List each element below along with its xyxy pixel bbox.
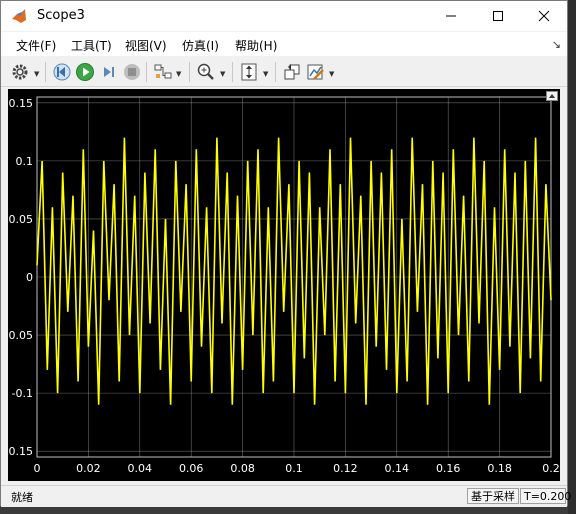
step-forward-icon[interactable] — [99, 62, 119, 82]
menu-help[interactable]: 帮助(H) — [235, 37, 277, 54]
maximize-icon — [493, 11, 503, 21]
y-tick-label: -0.05 — [8, 329, 33, 342]
autoscale-icon[interactable] — [239, 62, 259, 82]
y-tick-label: -0.1 — [12, 387, 33, 400]
status-bar: 就绪 基于采样 T=0.200 — [1, 485, 571, 507]
y-tick-label: 0.05 — [9, 213, 34, 226]
x-tick-label: 0.12 — [333, 462, 358, 475]
edit-style-icon[interactable] — [306, 62, 326, 82]
y-tick-label: 0 — [26, 271, 33, 284]
zoom-dropdown-arrow-icon[interactable]: ▼ — [220, 70, 225, 78]
menu-dock-arrow-icon[interactable]: ↘ — [552, 38, 561, 51]
close-icon — [538, 10, 550, 22]
stop-icon[interactable] — [122, 62, 142, 82]
status-time: T=0.200 — [520, 488, 571, 504]
settings-dropdown-arrow-icon[interactable]: ▼ — [34, 70, 39, 78]
minimize-icon — [446, 15, 456, 17]
background-desktop — [568, 0, 576, 514]
x-tick-label: 0.18 — [487, 462, 512, 475]
highlight-block-icon[interactable] — [153, 62, 173, 82]
x-tick-label: 0 — [34, 462, 41, 475]
title-bar[interactable]: Scope3 — [1, 1, 567, 31]
scope-chart[interactable]: 0.150.10.050-0.05-0.1-0.1500.020.040.060… — [5, 89, 560, 481]
menu-view[interactable]: 视图(V) — [125, 37, 167, 54]
x-tick-label: 0.06 — [179, 462, 204, 475]
menu-tools[interactable]: 工具(T) — [71, 37, 112, 54]
toolbar: ▼ ▼ ▼ ▼ ▼ — [1, 58, 567, 87]
matlab-logo-icon — [12, 9, 26, 23]
toolbar-separator — [275, 62, 276, 82]
y-tick-label: 0.1 — [16, 155, 34, 168]
minimize-button[interactable] — [428, 1, 474, 31]
highlight-dropdown-arrow-icon[interactable]: ▼ — [176, 70, 181, 78]
close-button[interactable] — [521, 1, 567, 31]
scope-plot-area[interactable]: 0.150.10.050-0.05-0.1-0.1500.020.040.060… — [5, 89, 560, 481]
restore-layout-icon[interactable] — [282, 62, 302, 82]
y-tick-label: -0.15 — [8, 445, 33, 458]
status-sample-mode: 基于采样 — [467, 488, 519, 504]
maximize-button[interactable] — [475, 1, 521, 31]
menu-file[interactable]: 文件(F) — [16, 37, 56, 54]
x-tick-label: 0.1 — [285, 462, 303, 475]
settings-icon[interactable] — [10, 62, 30, 82]
scope-window: Scope3 文件(F) 工具(T) 视图(V) 仿真(I) 帮助(H) ↘ ▼ — [0, 0, 571, 507]
toolbar-separator — [45, 62, 46, 82]
window-title: Scope3 — [37, 8, 85, 23]
toolbar-separator — [232, 62, 233, 82]
status-ready-text: 就绪 — [11, 491, 33, 504]
x-tick-label: 0.02 — [76, 462, 101, 475]
autoscale-dropdown-arrow-icon[interactable]: ▼ — [263, 70, 268, 78]
y-tick-label: 0.15 — [9, 97, 34, 110]
style-dropdown-arrow-icon[interactable]: ▼ — [329, 70, 334, 78]
zoom-in-icon[interactable] — [196, 62, 216, 82]
x-tick-label: 0.16 — [436, 462, 461, 475]
toolbar-separator — [146, 62, 147, 82]
menu-simulation[interactable]: 仿真(I) — [182, 37, 219, 54]
step-back-icon[interactable] — [52, 62, 72, 82]
x-tick-label: 0.08 — [230, 462, 255, 475]
x-tick-label: 0.2 — [542, 462, 560, 475]
run-icon[interactable] — [75, 62, 95, 82]
toolbar-separator — [189, 62, 190, 82]
menu-bar: 文件(F) 工具(T) 视图(V) 仿真(I) 帮助(H) ↘ — [1, 32, 567, 56]
x-tick-label: 0.14 — [385, 462, 410, 475]
x-tick-label: 0.04 — [128, 462, 153, 475]
undock-icon[interactable] — [546, 91, 558, 101]
